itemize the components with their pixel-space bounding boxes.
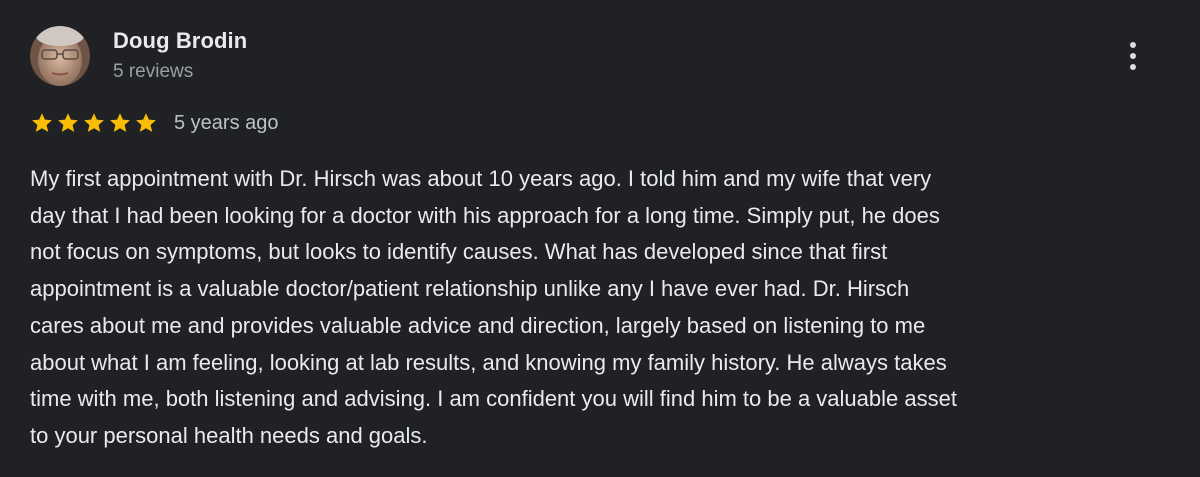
review-text-line: about what I am feeling, looking at lab … — [30, 349, 947, 375]
review-text-line: to your personal health needs and goals. — [30, 422, 428, 448]
star-icon — [134, 111, 158, 135]
author-review-count: 5 reviews — [113, 61, 194, 82]
star-icon — [30, 111, 54, 135]
star-icon — [82, 111, 106, 135]
star-rating — [30, 111, 158, 135]
review-text: My first appointment with Dr. Hirsch was… — [30, 161, 1170, 455]
review-card: Doug Brodin 5 reviews 5 years ago My fir… — [0, 0, 1200, 477]
user-photo-icon — [30, 26, 90, 86]
review-text-line: time with me, both listening and advisin… — [30, 386, 957, 412]
review-text-line: cares about me and provides valuable adv… — [30, 312, 926, 338]
rating-row: 5 years ago — [30, 108, 279, 138]
star-icon — [56, 111, 80, 135]
more-options-button[interactable] — [1114, 36, 1152, 76]
review-text-line: not focus on symptoms, but looks to iden… — [30, 239, 888, 265]
review-date: 5 years ago — [174, 111, 279, 134]
review-text-line: My first appointment with Dr. Hirsch was… — [30, 166, 932, 191]
author-name[interactable]: Doug Brodin — [113, 28, 247, 54]
more-vert-icon — [1130, 42, 1136, 48]
star-icon — [108, 111, 132, 135]
review-text-line: appointment is a valuable doctor/patient… — [30, 276, 910, 302]
review-text-line: day that I had been looking for a doctor… — [30, 202, 940, 228]
avatar[interactable] — [30, 26, 90, 86]
